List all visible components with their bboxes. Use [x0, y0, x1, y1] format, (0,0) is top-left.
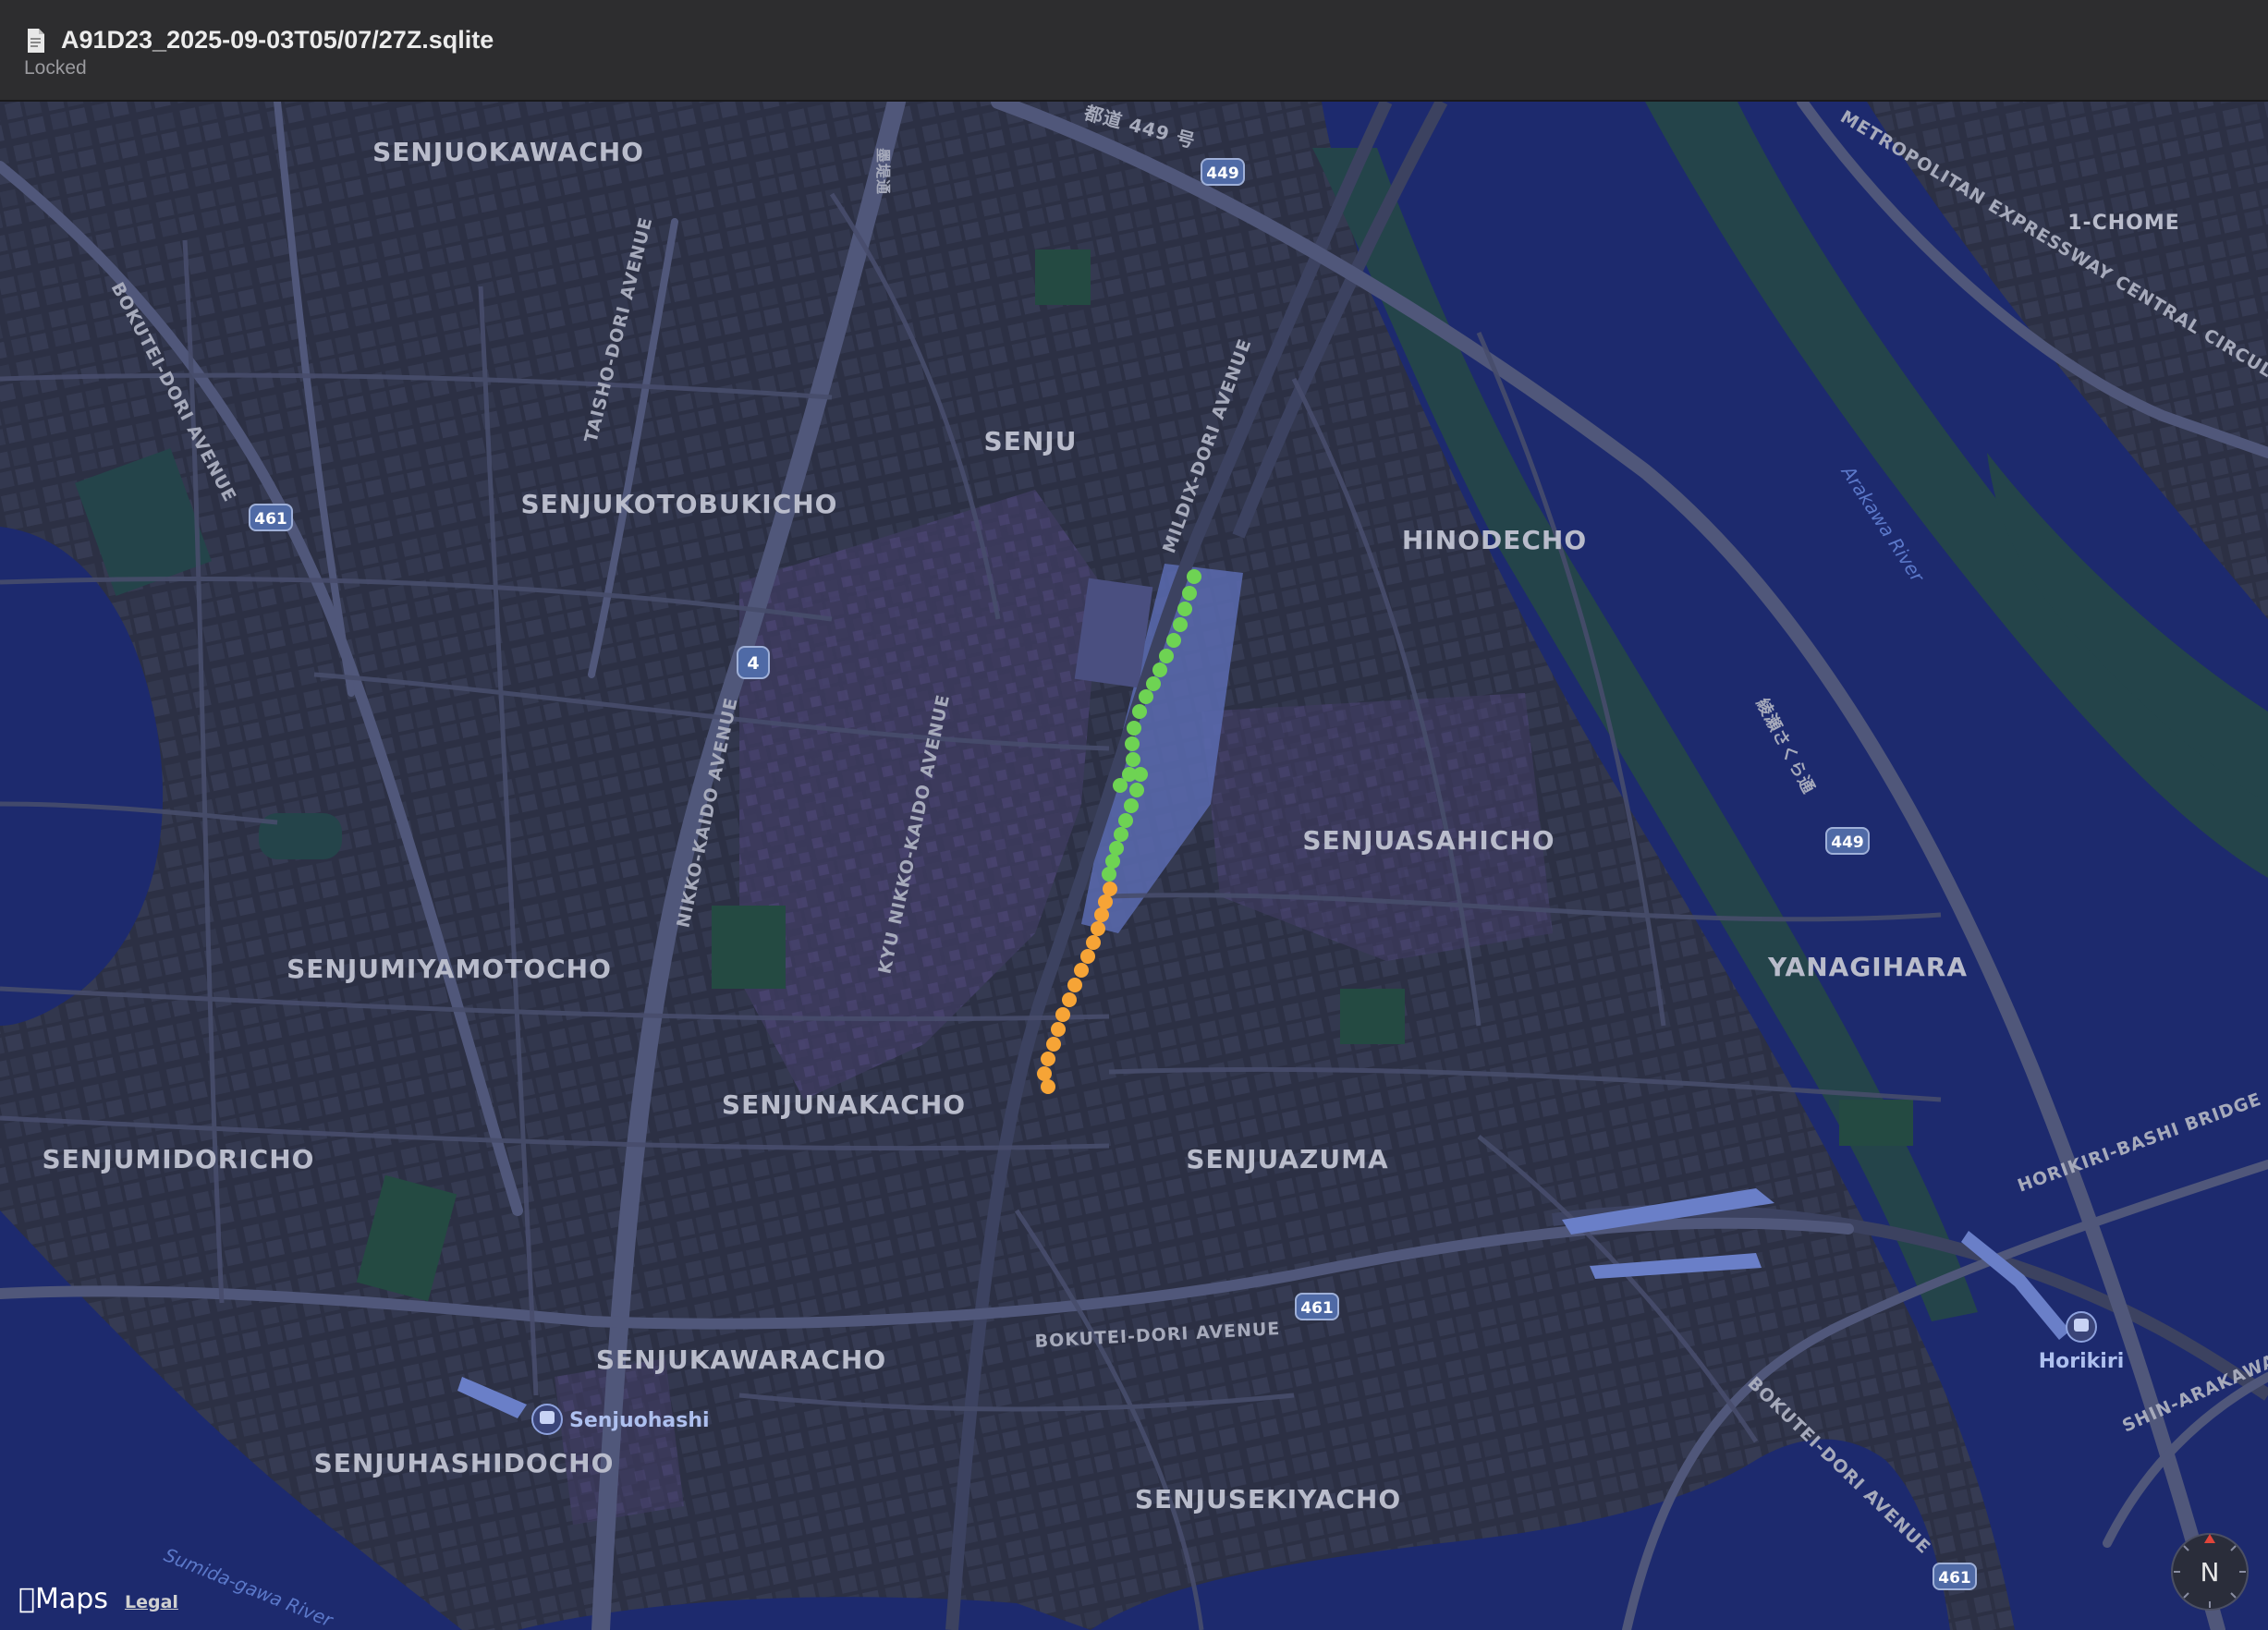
svg-text:461: 461: [1300, 1299, 1334, 1318]
track-point: [1118, 813, 1133, 828]
track-point: [1094, 907, 1109, 922]
route-461-shield-bottom: 461: [1295, 1293, 1339, 1320]
window-subtitle: Locked: [24, 57, 87, 79]
track-point: [1041, 1052, 1055, 1066]
park-6: [1035, 249, 1091, 305]
track-point: [1062, 992, 1077, 1007]
track-point: [1114, 827, 1128, 842]
track-point: [1159, 649, 1174, 663]
track-point: [1125, 736, 1140, 751]
station-label-senjuohashi: Senjuohashi: [569, 1409, 710, 1432]
app-window: A91D23_2025-09-03T05/07/27Z.sqlite Locke…: [0, 0, 2268, 1630]
track-point: [1067, 978, 1082, 992]
document-icon: [28, 29, 44, 53]
track-point: [1105, 854, 1120, 869]
svg-text:449: 449: [1206, 164, 1239, 183]
label-1-chome: 1-CHOME: [2067, 212, 2180, 235]
route-461-shield-left: 461: [249, 504, 293, 531]
label-senjukawaracho: SENJUKAWARACHO: [596, 1344, 886, 1375]
label-senjuasahicho: SENJUASAHICHO: [1302, 825, 1555, 856]
track-point: [1139, 689, 1153, 704]
track-point: [1102, 867, 1116, 882]
route-461-shield-corner: 461: [1933, 1563, 1977, 1590]
track-point: [1041, 1079, 1055, 1094]
legal-link[interactable]: Legal: [125, 1592, 178, 1612]
track-point: [1037, 1066, 1052, 1081]
track-point: [1126, 752, 1140, 767]
track-point: [1051, 1022, 1066, 1037]
track-point: [1146, 676, 1161, 691]
track-point: [1166, 633, 1181, 648]
map-view[interactable]: 449 461 4 449 461 461 SENJUOKAWACHO SENJ…: [0, 102, 2268, 1630]
track-point: [1103, 882, 1117, 896]
track-point: [1080, 949, 1095, 964]
track-point: [1055, 1007, 1070, 1022]
compass-label: N: [2201, 1557, 2220, 1587]
label-senju: SENJU: [984, 426, 1078, 456]
track-point: [1046, 1037, 1061, 1052]
map-attribution: Maps Legal: [18, 1583, 178, 1615]
track-point: [1074, 963, 1089, 978]
track-point: [1086, 935, 1101, 950]
label-senjumidoricho: SENJUMIDORICHO: [43, 1144, 315, 1174]
label-senjuhashidocho: SENJUHASHIDOCHO: [314, 1448, 615, 1478]
label-senjuokawacho: SENJUOKAWACHO: [372, 137, 644, 167]
title-bar: A91D23_2025-09-03T05/07/27Z.sqlite Locke…: [0, 0, 2268, 102]
track-point: [1109, 841, 1124, 856]
map-canvas[interactable]: 449 461 4 449 461 461 SENJUOKAWACHO SENJ…: [0, 102, 2268, 1630]
svg-text:461: 461: [254, 510, 287, 529]
track-point: [1091, 921, 1105, 936]
label-senjumiyamotocho: SENJUMIYAMOTOCHO: [287, 954, 612, 984]
track-point: [1177, 602, 1192, 616]
compass-button[interactable]: N: [2170, 1532, 2250, 1612]
window-title: A91D23_2025-09-03T05/07/27Z.sqlite: [61, 26, 494, 54]
label-senjusekiyacho: SENJUSEKIYACHO: [1135, 1484, 1401, 1514]
park-7: [1839, 1100, 1913, 1146]
road-label-north-jp: 墨堤通: [874, 148, 892, 195]
park-4: [1340, 989, 1405, 1044]
track-point: [1129, 783, 1144, 797]
track-point: [1187, 569, 1201, 584]
route-4-shield: 4: [737, 646, 770, 679]
track-point: [1122, 767, 1137, 782]
track-point: [1132, 704, 1147, 719]
park-3: [712, 906, 786, 989]
svg-text:4: 4: [747, 653, 759, 674]
track-point: [1182, 586, 1197, 601]
label-senjuazuma: SENJUAZUMA: [1186, 1144, 1388, 1174]
svg-text:449: 449: [1831, 833, 1864, 852]
track-point: [1127, 721, 1141, 736]
station-label-horikiri: Horikiri: [2039, 1350, 2124, 1373]
apple-maps-logo: Maps: [18, 1583, 108, 1615]
route-449-shield-top: 449: [1201, 158, 1245, 186]
route-449-shield-right: 449: [1825, 827, 1870, 855]
track-point: [1173, 617, 1188, 632]
label-yanagihara: YANAGIHARA: [1767, 952, 1968, 982]
track-point: [1098, 894, 1113, 909]
label-senjunakacho: SENJUNAKACHO: [722, 1089, 966, 1120]
label-senjukotobukicho: SENJUKOTOBUKICHO: [520, 489, 837, 519]
track-point: [1152, 663, 1167, 677]
svg-text:461: 461: [1938, 1569, 1971, 1587]
track-point: [1124, 798, 1139, 813]
label-hinodecho: HINODECHO: [1402, 525, 1587, 555]
